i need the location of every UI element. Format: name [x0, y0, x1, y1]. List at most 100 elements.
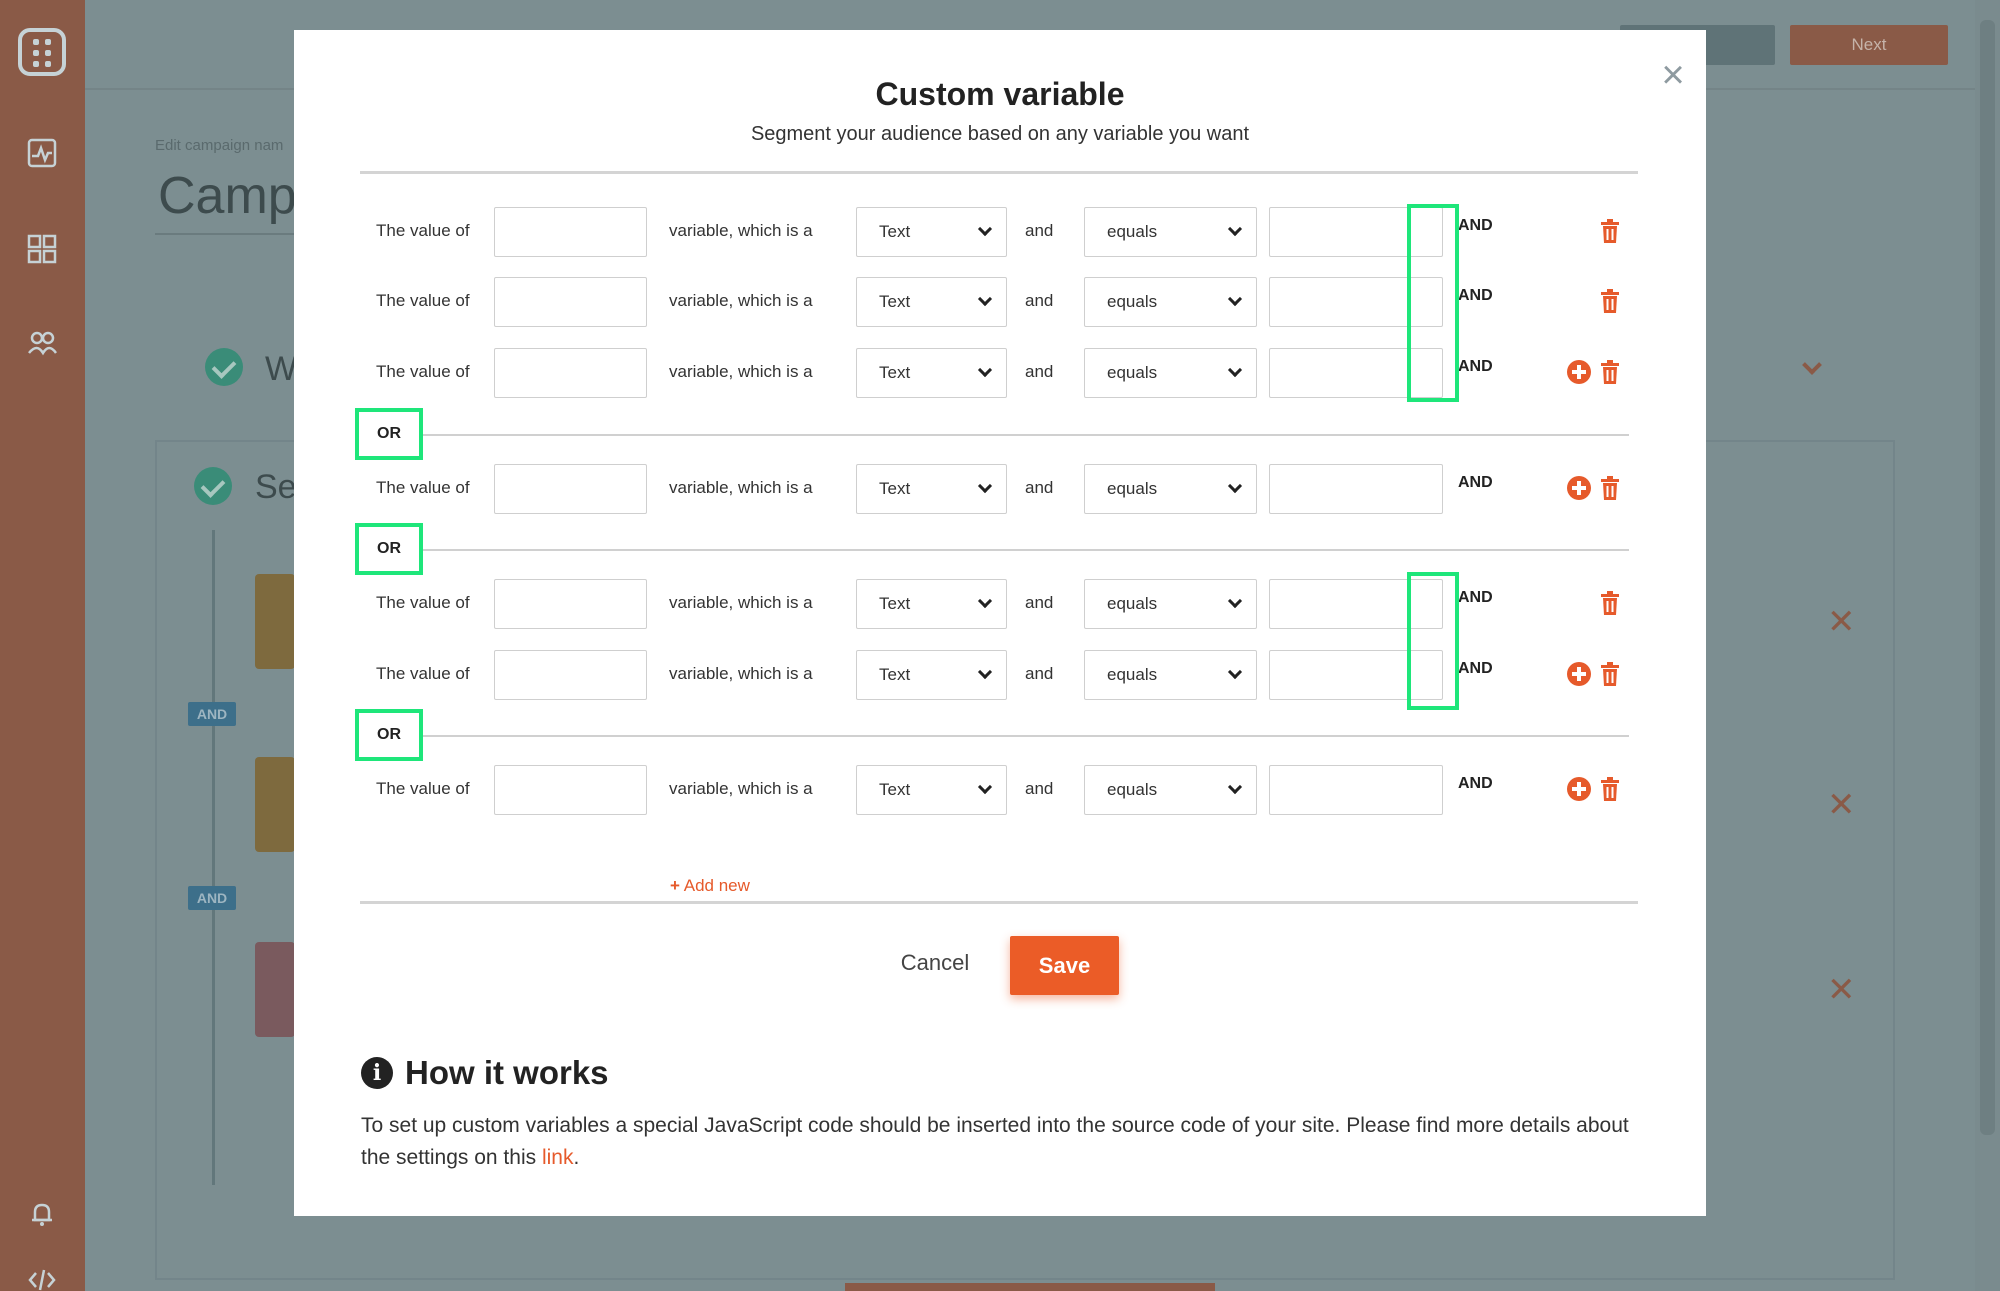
- background-card: [255, 942, 295, 1037]
- variable-type-select[interactable]: Text: [856, 348, 1007, 398]
- variable-type-select[interactable]: Text: [856, 650, 1007, 700]
- trash-icon[interactable]: [1600, 219, 1620, 243]
- close-icon[interactable]: ✕: [1827, 785, 1856, 825]
- variable-name-input[interactable]: [494, 277, 647, 327]
- variable-type-label: variable, which is a: [669, 664, 813, 683]
- and-operator-label[interactable]: AND: [1458, 589, 1493, 607]
- and-label: and: [1025, 779, 1054, 798]
- analytics-icon[interactable]: [27, 138, 57, 168]
- value-of-label: The value of: [376, 664, 470, 683]
- or-separator[interactable]: OR: [355, 709, 423, 761]
- trash-icon[interactable]: [1600, 476, 1620, 500]
- save-button[interactable]: Save: [1010, 936, 1119, 995]
- trash-icon[interactable]: [1600, 360, 1620, 384]
- operator-select[interactable]: equals: [1084, 579, 1257, 629]
- docs-link[interactable]: link: [542, 1146, 574, 1169]
- variable-name-input[interactable]: [494, 650, 647, 700]
- and-operator-label[interactable]: AND: [1458, 217, 1493, 235]
- chevron-down-icon: [977, 478, 993, 494]
- variable-type-value: Text: [879, 594, 911, 613]
- value-of-label: The value of: [376, 362, 470, 381]
- background-bottom-bar: [845, 1283, 1215, 1291]
- or-divider-line: [423, 434, 1629, 436]
- variable-type-value: Text: [879, 363, 911, 382]
- add-new-button[interactable]: + Add new: [670, 876, 750, 896]
- variable-name-input[interactable]: [494, 765, 647, 815]
- variable-name-input[interactable]: [494, 207, 647, 257]
- close-icon[interactable]: ✕: [1827, 970, 1856, 1010]
- variable-name-input[interactable]: [494, 579, 647, 629]
- variable-name-input[interactable]: [494, 464, 647, 514]
- add-condition-icon[interactable]: [1567, 476, 1591, 500]
- chevron-down-icon: [1227, 593, 1243, 609]
- background-card: [255, 574, 295, 669]
- add-condition-icon[interactable]: [1567, 360, 1591, 384]
- operator-select[interactable]: equals: [1084, 464, 1257, 514]
- operator-value: equals: [1107, 594, 1158, 613]
- variable-type-label: variable, which is a: [669, 593, 813, 612]
- operator-value: equals: [1107, 222, 1158, 241]
- or-separator[interactable]: OR: [355, 523, 423, 575]
- variable-type-select[interactable]: Text: [856, 765, 1007, 815]
- how-it-works-end: .: [573, 1146, 580, 1169]
- and-operator-label[interactable]: AND: [1458, 775, 1493, 793]
- operator-select[interactable]: equals: [1084, 765, 1257, 815]
- variable-type-select[interactable]: Text: [856, 579, 1007, 629]
- code-icon[interactable]: [27, 1265, 57, 1291]
- and-highlight-box: [1407, 204, 1459, 402]
- modal-subtitle: Segment your audience based on any varia…: [750, 123, 1250, 145]
- app-logo-icon[interactable]: [18, 28, 66, 76]
- or-divider-line: [423, 735, 1629, 737]
- chevron-down-icon: [1227, 478, 1243, 494]
- variable-type-select[interactable]: Text: [856, 207, 1007, 257]
- page-scrollbar[interactable]: [1975, 0, 2000, 1291]
- and-operator-label[interactable]: AND: [1458, 660, 1493, 678]
- operator-select[interactable]: equals: [1084, 207, 1257, 257]
- variable-type-label: variable, which is a: [669, 221, 813, 240]
- users-icon[interactable]: [27, 328, 58, 358]
- trash-icon[interactable]: [1600, 662, 1620, 686]
- chevron-down-icon: [1227, 779, 1243, 795]
- variable-name-input[interactable]: [494, 348, 647, 398]
- close-icon[interactable]: ✕: [1827, 602, 1856, 642]
- variable-type-value: Text: [879, 479, 911, 498]
- trash-icon[interactable]: [1600, 289, 1620, 313]
- background-next-button[interactable]: Next: [1790, 25, 1948, 65]
- background-edit-label: Edit campaign nam: [155, 137, 284, 154]
- value-of-label: The value of: [376, 291, 470, 310]
- background-card: [255, 757, 295, 852]
- background-and-tag: AND: [188, 702, 236, 726]
- operator-value: equals: [1107, 292, 1158, 311]
- operator-select[interactable]: equals: [1084, 348, 1257, 398]
- variable-type-value: Text: [879, 292, 911, 311]
- background-section-2-title: Se: [255, 468, 297, 506]
- trash-icon[interactable]: [1600, 777, 1620, 801]
- comparison-value-input[interactable]: [1269, 765, 1443, 815]
- divider: [360, 171, 1638, 174]
- notification-bell-icon[interactable]: [27, 1199, 57, 1229]
- variable-type-value: Text: [879, 222, 911, 241]
- value-of-label: The value of: [376, 221, 470, 240]
- and-operator-label[interactable]: AND: [1458, 358, 1493, 376]
- add-condition-icon[interactable]: [1567, 777, 1591, 801]
- and-operator-label[interactable]: AND: [1458, 287, 1493, 305]
- variable-type-label: variable, which is a: [669, 362, 813, 381]
- operator-select[interactable]: equals: [1084, 277, 1257, 327]
- cancel-button[interactable]: Cancel: [880, 935, 990, 991]
- add-condition-icon[interactable]: [1567, 662, 1591, 686]
- trash-icon[interactable]: [1600, 591, 1620, 615]
- variable-type-select[interactable]: Text: [856, 277, 1007, 327]
- variable-type-select[interactable]: Text: [856, 464, 1007, 514]
- condition-row: The value of variable, which is a Text and e…: [360, 464, 1638, 514]
- operator-select[interactable]: equals: [1084, 650, 1257, 700]
- or-separator[interactable]: OR: [355, 408, 423, 460]
- comparison-value-input[interactable]: [1269, 464, 1443, 514]
- chevron-down-icon: [977, 779, 993, 795]
- scrollbar-thumb[interactable]: [1980, 20, 1995, 1135]
- chevron-down-icon: [1227, 221, 1243, 237]
- plus-icon: +: [670, 876, 680, 895]
- and-operator-label[interactable]: AND: [1458, 474, 1493, 492]
- app-sidebar: [0, 0, 85, 1291]
- chevron-down-icon: [1227, 291, 1243, 307]
- dashboard-grid-icon[interactable]: [27, 234, 57, 264]
